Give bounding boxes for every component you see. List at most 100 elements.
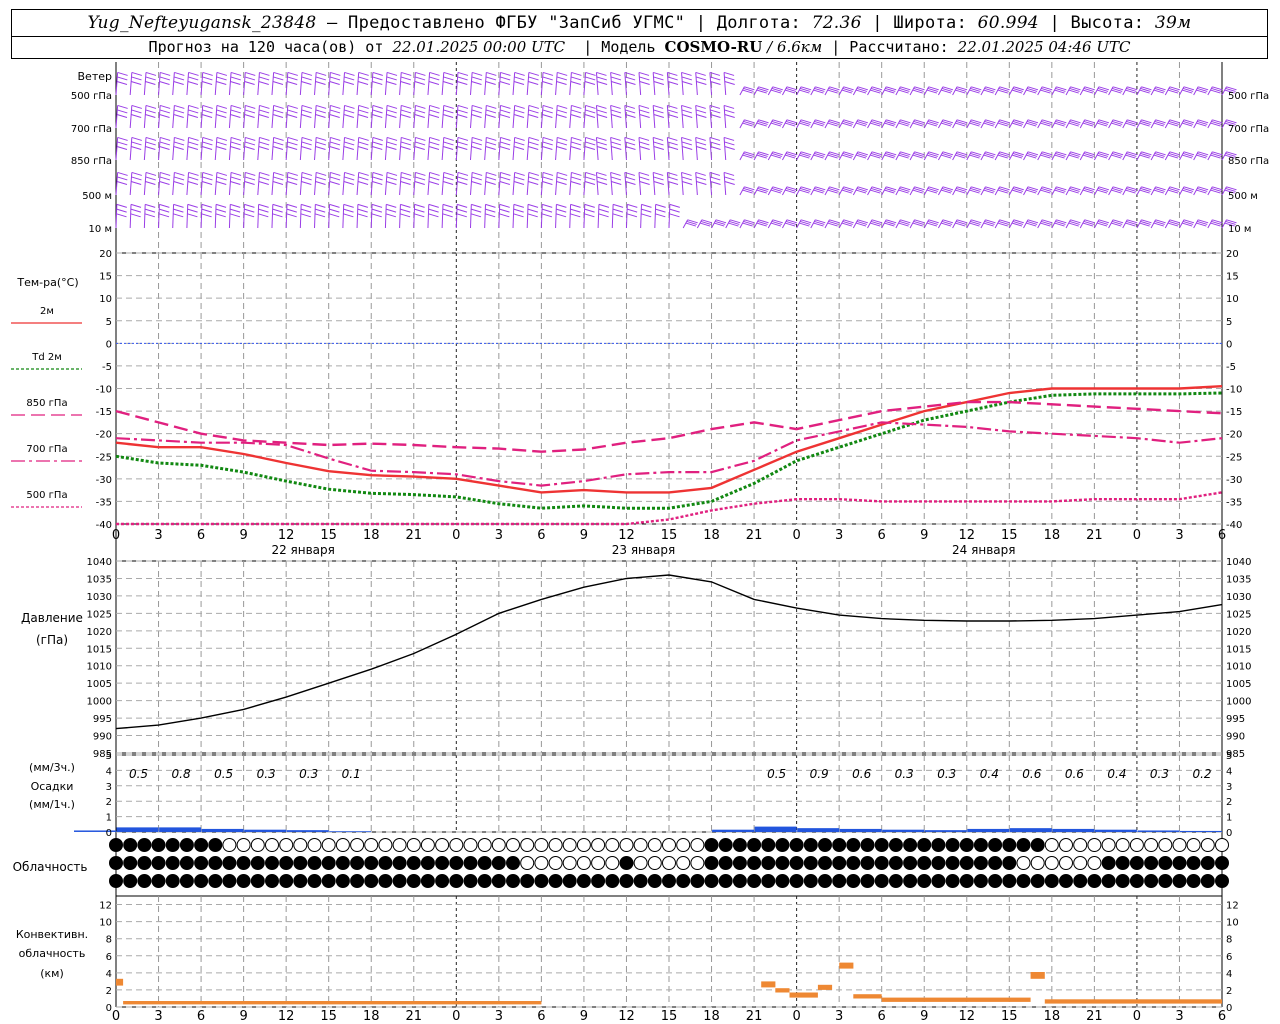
wind-barb-feather [386, 203, 397, 208]
wind-barb-feather [696, 180, 707, 185]
wind-barb-feather [513, 145, 525, 150]
wind-barb-feather [542, 109, 553, 114]
wind-barb [498, 137, 501, 161]
wind-barb-feather [258, 213, 269, 218]
wind-barb-feather [286, 203, 298, 208]
wind-barb [597, 204, 600, 229]
cloud-symbol [647, 838, 662, 852]
temp-ytick-left: -15 [96, 407, 112, 418]
wind-barb-feather [117, 176, 128, 181]
wind-barb-feather [301, 71, 313, 76]
wind-barb [257, 105, 260, 129]
conv-ytick-right: 2 [1226, 986, 1232, 997]
wind-barb-feather [386, 136, 398, 141]
wind-barb-feather [244, 113, 255, 118]
wind-barb-feather [215, 203, 227, 208]
wind-barb-feather [372, 136, 384, 141]
wind-barb-feather [258, 80, 269, 85]
cloud-symbol [888, 838, 903, 852]
wind-barb-feather [541, 213, 553, 218]
wind-barb-feather [724, 141, 735, 146]
wind-barb-feather [639, 80, 650, 85]
conv-xtick: 6 [197, 1009, 205, 1024]
precip-3h-total: 0.3 [257, 767, 276, 781]
wind-barb-feather [173, 176, 185, 181]
wind-barb [228, 172, 232, 196]
wind-barb [695, 72, 698, 96]
wind-barb-feather [243, 213, 255, 218]
cloud-symbol [761, 838, 776, 852]
wind-barb-feather [471, 180, 482, 185]
cloud-symbol [973, 874, 988, 888]
wind-barb-feather [442, 145, 454, 150]
conv-xtick: 12 [618, 1009, 635, 1024]
wind-barb-feather [329, 145, 340, 150]
wind-barb-feather [386, 145, 397, 150]
cloud-symbol [1158, 874, 1173, 888]
conv-bar [817, 984, 833, 990]
precip-3h-total: 0.6 [852, 767, 871, 781]
wind-barb-feather [245, 171, 256, 176]
precip-3h-total: 0.5 [214, 767, 233, 781]
wind-barb-feather [372, 176, 383, 181]
wind-barb-feather [710, 145, 721, 150]
cloud-symbol [194, 874, 209, 888]
wind-barb-feather [159, 113, 170, 118]
wind-barb-feather [173, 180, 184, 185]
precip-3h-total: 0.4 [980, 767, 999, 781]
wind-barb [384, 105, 388, 129]
wind-barb-feather [401, 71, 412, 76]
wind-barb [695, 172, 698, 196]
prec-ytick-left: 4 [106, 766, 112, 777]
cloud-symbol [1172, 874, 1187, 888]
wind-barb [228, 72, 232, 96]
cloud-symbol [222, 838, 237, 852]
wind-barb [654, 204, 657, 229]
cloud-symbol [775, 856, 790, 870]
wind-barb-feather [556, 180, 567, 185]
wind-barb [399, 72, 402, 96]
cloud-symbol [647, 874, 662, 888]
wind-barb-feather [709, 136, 721, 141]
wind-barb-feather [585, 71, 596, 76]
wind-barb-feather [258, 180, 269, 185]
cloud-symbol [1016, 856, 1031, 870]
precip-bar [754, 826, 797, 833]
wind-barb-feather [528, 180, 539, 185]
wind-barb-feather [173, 76, 185, 81]
wind-barb-feather [202, 141, 213, 146]
cloud-symbol [874, 838, 889, 852]
wind-barb-feather [443, 109, 454, 114]
wind-barb-feather [471, 113, 482, 118]
wind-barb-feather [596, 176, 607, 181]
wind-barb-feather [230, 113, 241, 118]
temp-ytick-right: -10 [1226, 385, 1242, 396]
wind-barb-feather [158, 213, 170, 218]
wind-barb-feather [641, 208, 652, 213]
wind-barb-feather [653, 145, 664, 150]
pres-ytick-right: 1035 [1226, 574, 1251, 585]
wind-barb-feather [145, 145, 156, 150]
wind-barb-feather [216, 76, 227, 81]
wind-barb-feather [259, 71, 270, 76]
cloud-symbol [1186, 874, 1201, 888]
wind-barb-feather [625, 180, 636, 185]
wind-barb-feather [358, 136, 369, 141]
cloud-symbol [293, 856, 308, 870]
cloud-symbol [265, 874, 279, 888]
wind-barb [271, 72, 275, 96]
wind-barb [681, 105, 684, 129]
wind-barb [172, 204, 175, 229]
wind-barb-feather [357, 203, 369, 208]
wind-barb [583, 137, 587, 161]
precip-3h-total: 0.9 [810, 767, 829, 781]
wind-barb-feather [429, 136, 440, 141]
conv-title: Конвективн. [16, 928, 88, 941]
wind-barb-feather [145, 71, 157, 76]
wind-barb-feather [116, 203, 127, 208]
wind-barb [186, 137, 190, 161]
wind-barb-feather [201, 213, 212, 218]
wind-barb [427, 137, 431, 161]
cloud-symbol [973, 838, 988, 852]
wind-barb-feather [486, 136, 497, 141]
